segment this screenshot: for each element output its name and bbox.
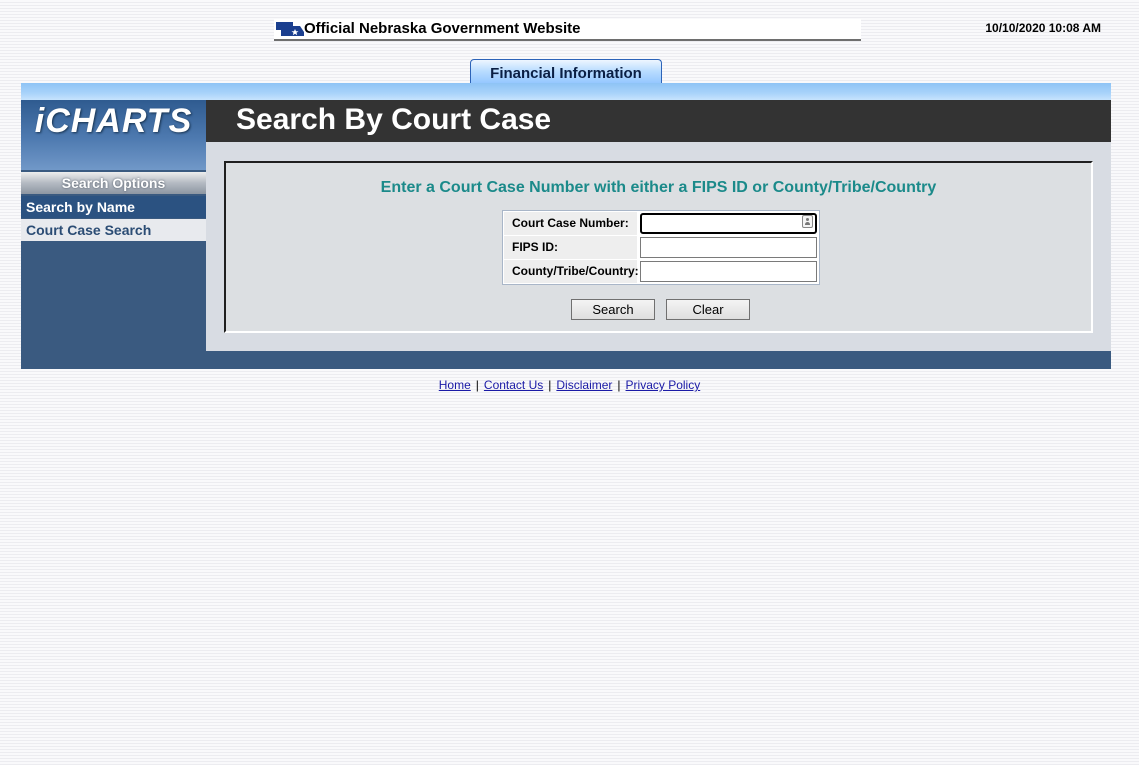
fips-id-row: FIPS ID: [504,236,818,259]
sidebar-item-court-case-search[interactable]: Court Case Search [21,219,206,241]
fips-id-input[interactable] [640,237,817,258]
court-case-number-row: Court Case Number: [504,212,818,235]
tab-strip [21,83,1111,100]
footer-separator: | [617,378,621,392]
tab-financial-information[interactable]: Financial Information [470,59,662,85]
site-title: Official Nebraska Government Website [304,20,581,37]
page-title: Search By Court Case [236,103,552,136]
footer-link-contact-us[interactable]: Contact Us [484,378,543,392]
court-case-number-label: Court Case Number: [504,212,637,235]
footer-link-home[interactable]: Home [439,378,471,392]
main-frame: iCHARTS Search Options Search by Name Co… [21,100,1111,369]
page-title-bar: Search By Court Case [206,100,1111,142]
search-form: Court Case Number: FIPS ID: County/Tribe… [502,210,820,285]
county-tribe-country-input[interactable] [640,261,817,282]
court-case-number-input[interactable] [640,213,817,234]
county-tribe-country-row: County/Tribe/Country: [504,260,818,283]
app-logo-text: iCHARTS [34,102,193,140]
nebraska-map-icon [276,22,304,36]
sidebar-item-search-by-name[interactable]: Search by Name [21,196,206,218]
fips-id-label: FIPS ID: [504,236,637,259]
search-options-header: Search Options [21,172,206,194]
search-button[interactable]: Search [571,299,655,320]
content-area: Enter a Court Case Number with either a … [206,142,1111,351]
footer-link-privacy-policy[interactable]: Privacy Policy [626,378,701,392]
footer-link-disclaimer[interactable]: Disclaimer [556,378,612,392]
current-datetime: 10/10/2020 10:08 AM [985,21,1101,35]
app-logo: iCHARTS [21,100,206,170]
footer-separator: | [548,378,552,392]
clear-button[interactable]: Clear [666,299,750,320]
contact-card-icon[interactable] [802,215,813,228]
county-tribe-country-label: County/Tribe/Country: [504,260,639,283]
search-instruction: Enter a Court Case Number with either a … [380,179,937,196]
state-header-bar: Official Nebraska Government Website [274,19,861,41]
search-panel: Enter a Court Case Number with either a … [224,161,1093,333]
footer-separator: | [475,378,479,392]
footer-links: Home | Contact Us | Disclaimer | Privacy Polic… [0,378,1139,392]
footer-band [206,351,1111,369]
